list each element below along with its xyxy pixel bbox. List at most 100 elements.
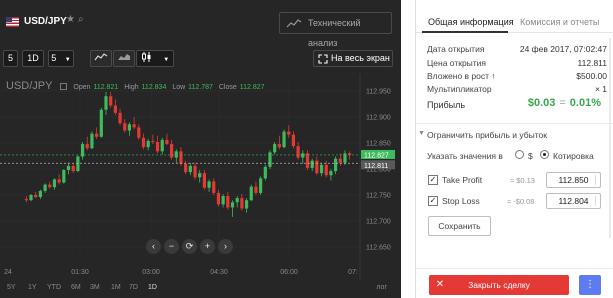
candle-body bbox=[338, 158, 342, 163]
period-6m[interactable]: 6M bbox=[71, 284, 81, 291]
reset-button[interactable]: ⟳ bbox=[182, 239, 197, 254]
chevron-down-icon[interactable]: ▼ bbox=[418, 130, 425, 137]
candle-body bbox=[48, 184, 52, 188]
candle-body bbox=[334, 158, 338, 172]
chevron-down-icon: ▼ bbox=[64, 57, 71, 63]
interval-value: 5 bbox=[51, 53, 57, 63]
tab-general-info[interactable]: Общая информация bbox=[428, 17, 514, 27]
legend-checkbox[interactable] bbox=[60, 83, 68, 90]
save-button[interactable]: Сохранить bbox=[428, 216, 491, 236]
time-tick-label: 06:00 bbox=[280, 269, 298, 276]
time-tick-label: 24 bbox=[4, 269, 12, 276]
candle-body bbox=[254, 186, 258, 193]
period-ytd[interactable]: YTD bbox=[47, 284, 61, 291]
candle-chart-dropdown[interactable]: ▼ bbox=[136, 50, 174, 67]
radio-quote[interactable] bbox=[540, 150, 549, 159]
log-scale-toggle[interactable]: лог bbox=[376, 284, 387, 291]
stop-loss-label: Stop Loss bbox=[442, 196, 480, 206]
line-chart-icon bbox=[94, 53, 108, 61]
area-chart-button[interactable] bbox=[113, 50, 135, 67]
interval-dropdown[interactable]: 5 ▼ bbox=[48, 50, 74, 67]
legend-symbol: USD/JPY bbox=[6, 80, 53, 92]
candle-body bbox=[188, 165, 192, 173]
period-1y[interactable]: 1Y bbox=[28, 284, 37, 291]
period-1m[interactable]: 1M bbox=[111, 284, 121, 291]
close-deal-button[interactable]: ✕ Закрыть сделку bbox=[429, 275, 569, 295]
close-icon: ✕ bbox=[435, 279, 445, 290]
candle-body bbox=[282, 131, 286, 148]
tab-fees-reports[interactable]: Комиссия и отчеты bbox=[520, 17, 599, 27]
multiplier-row: Мультипликатор × 1 bbox=[427, 84, 607, 94]
candle-body bbox=[85, 144, 89, 149]
more-options-button[interactable]: ⋮ bbox=[579, 275, 601, 295]
candle-body bbox=[207, 181, 211, 188]
candle-body bbox=[62, 170, 66, 183]
fullscreen-button[interactable]: На весь экран bbox=[313, 50, 393, 67]
radio-quote-label: Котировка bbox=[553, 151, 594, 161]
zoom-in-button[interactable]: + bbox=[200, 239, 215, 254]
open-label: Open bbox=[73, 84, 91, 91]
favorite-star-icon[interactable]: ★ bbox=[66, 14, 75, 25]
search-icon[interactable]: ⌕ bbox=[78, 14, 84, 25]
candle-body bbox=[301, 153, 305, 158]
divider bbox=[416, 123, 613, 124]
low-value: 112.787 bbox=[188, 84, 213, 91]
zoom-out-button[interactable]: − bbox=[164, 239, 179, 254]
candle-body bbox=[141, 137, 146, 148]
candle-body bbox=[198, 173, 202, 178]
price-tick-label: 112.650 bbox=[366, 245, 391, 252]
stop-loss-value: 112.804 bbox=[558, 196, 589, 206]
scroll-right-button[interactable]: › bbox=[218, 239, 233, 254]
candle-body bbox=[71, 165, 75, 172]
open-price-row: Цена открытия 112.811 bbox=[427, 58, 607, 68]
trend-line-icon bbox=[286, 19, 302, 28]
fullscreen-label: На весь экран bbox=[331, 53, 390, 63]
stepper-icon[interactable] bbox=[595, 175, 598, 185]
price-tick-label: 112.900 bbox=[366, 115, 391, 122]
period-3m[interactable]: 3M bbox=[90, 284, 100, 291]
candle-body bbox=[155, 141, 160, 152]
stop-loss-checkbox[interactable]: ✓ bbox=[428, 196, 438, 206]
take-profit-checkbox[interactable]: ✓ bbox=[428, 175, 438, 185]
time-tick-label: 07: bbox=[348, 269, 358, 276]
take-profit-input[interactable]: 112.850 bbox=[546, 172, 601, 188]
period-7d[interactable]: 7D bbox=[129, 284, 138, 291]
candle-body bbox=[109, 96, 113, 106]
period-5y[interactable]: 5Y bbox=[7, 284, 16, 291]
candle-body bbox=[230, 202, 235, 208]
stepper-icon[interactable] bbox=[595, 196, 598, 206]
candle-body bbox=[263, 166, 267, 179]
scrollbar[interactable] bbox=[609, 38, 611, 238]
close-value: 112.827 bbox=[239, 84, 265, 91]
line-chart-button[interactable] bbox=[90, 50, 112, 67]
candle-body bbox=[249, 186, 253, 201]
stop-loss-input[interactable]: 112.804 bbox=[546, 193, 601, 209]
fullscreen-icon bbox=[318, 54, 328, 64]
period-1d[interactable]: 1D bbox=[148, 284, 157, 291]
limit-section-title[interactable]: Ограничить прибыль и убыток bbox=[427, 130, 547, 140]
take-profit-approx: ≈ $0.13 bbox=[510, 176, 535, 185]
candle-body bbox=[324, 164, 328, 176]
candle-body bbox=[76, 156, 80, 172]
time-tick-label: 03:00 bbox=[142, 269, 160, 276]
radio-dollar[interactable] bbox=[515, 150, 524, 159]
price-tick-label: 112.950 bbox=[366, 89, 391, 96]
candle-body bbox=[193, 165, 197, 178]
candle-body bbox=[174, 151, 178, 158]
period-selector[interactable]: 5 bbox=[3, 50, 18, 67]
timeframe-selector[interactable]: 1D bbox=[22, 50, 44, 67]
scroll-left-button[interactable]: ‹ bbox=[146, 239, 161, 254]
chart-header: USD/JPY ★ ⌕ Технический анализ bbox=[0, 0, 401, 48]
profit-percent: 0.01% bbox=[569, 97, 601, 109]
candle-body bbox=[165, 139, 169, 145]
candle-body bbox=[132, 124, 136, 128]
profit-label: Прибыль bbox=[427, 100, 466, 110]
open-price-label: Цена открытия bbox=[427, 58, 487, 68]
candle-body bbox=[29, 195, 33, 201]
candle-body bbox=[240, 198, 244, 209]
close-deal-label: Закрыть сделку bbox=[468, 280, 530, 290]
technical-analysis-button[interactable]: Технический анализ bbox=[279, 12, 392, 48]
current-price-tag-label: 112.827 bbox=[364, 152, 389, 159]
take-profit-label: Take Profit bbox=[442, 175, 483, 185]
time-tick-label: 04:30 bbox=[210, 269, 228, 276]
